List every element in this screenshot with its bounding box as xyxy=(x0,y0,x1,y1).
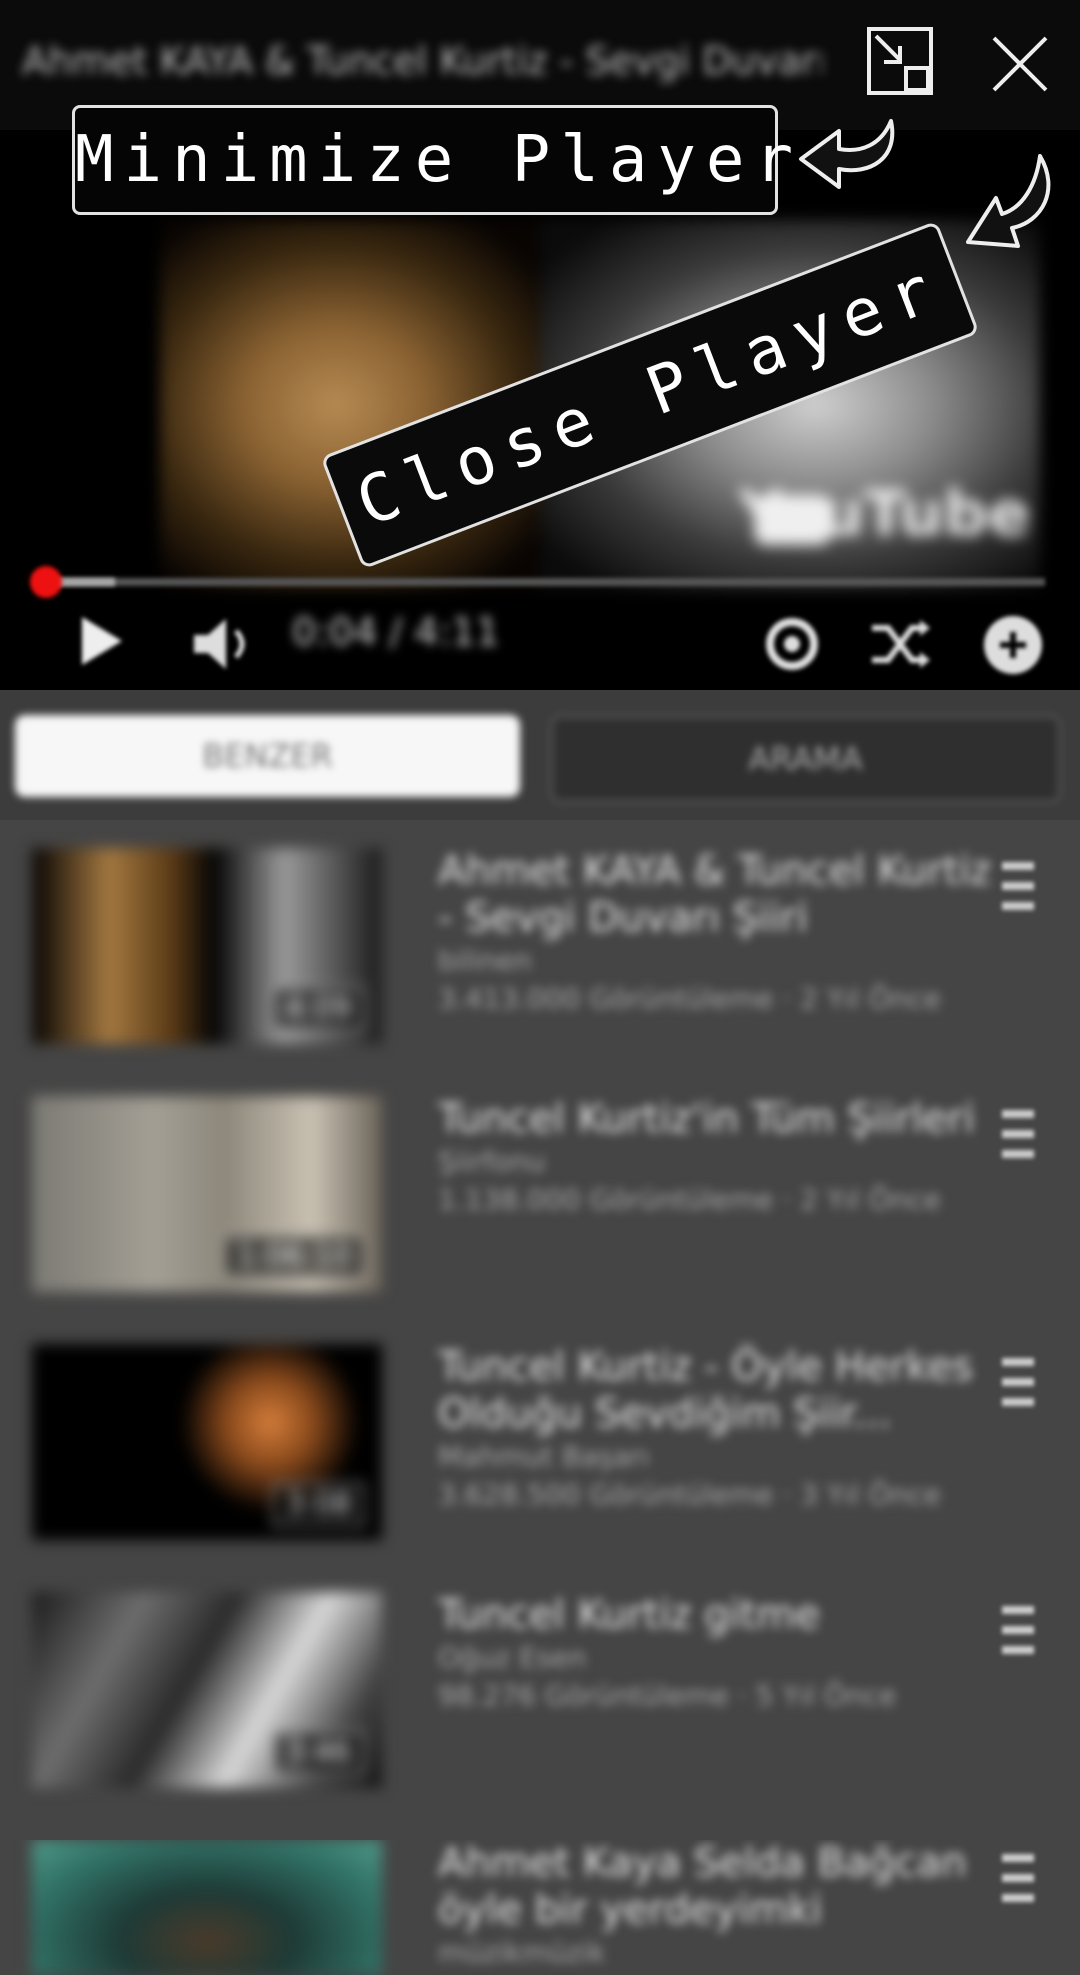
video-title: Ahmet KAYA & Tuncel Kurtiz - Sevgi Duvar… xyxy=(22,39,822,83)
video-info: Tuncel Kurtiz'in Tüm Şiirleri Şiirfonu 1… xyxy=(438,1096,998,1219)
duration-badge: 3:08 xyxy=(272,1483,364,1526)
channel-name: bilinen xyxy=(438,944,532,977)
video-title[interactable]: Ahmet KAYA & Tuncel Kurtiz - Sevgi Duvar… xyxy=(438,848,998,942)
list-item[interactable]: 3:08 Tuncel Kurtiz - Öyle Herkes Olduğu … xyxy=(0,1344,1080,1592)
progress-bar[interactable] xyxy=(45,578,1045,586)
video-title[interactable]: Tuncel Kurtiz - Öyle Herkes Olduğu Sevdi… xyxy=(438,1344,998,1438)
more-vertical-icon[interactable] xyxy=(998,858,1038,914)
duration-badge: 3:46 xyxy=(272,1731,364,1774)
settings-icon[interactable] xyxy=(762,614,822,674)
curved-arrow-icon xyxy=(966,154,1051,248)
channel-name: müzikmüzik xyxy=(438,1936,606,1969)
video-thumbnail[interactable] xyxy=(32,1840,382,1975)
tab-bar: BENZER ARAMA xyxy=(0,690,1080,820)
video-info: Tuncel Kurtiz - Öyle Herkes Olduğu Sevdi… xyxy=(438,1344,998,1514)
list-item[interactable]: 4:09 Ahmet KAYA & Tuncel Kurtiz - Sevgi … xyxy=(0,848,1080,1096)
play-icon[interactable] xyxy=(78,615,126,667)
video-thumbnail[interactable]: 3:46 xyxy=(32,1592,382,1788)
progress-scrubber[interactable] xyxy=(30,566,62,598)
duration-badge: 1:06:10 xyxy=(224,1235,364,1278)
video-thumbnail[interactable]: 1:06:10 xyxy=(32,1096,382,1292)
video-info: Ahmet Kaya Selda Bağcan öyle bir yerdeyi… xyxy=(438,1840,998,1972)
minimize-icon[interactable] xyxy=(866,26,934,96)
video-meta: 98.276 Görüntüleme · 5 Yıl Önce xyxy=(438,1679,897,1712)
minimize-player-hint: Minimize Player xyxy=(72,105,793,215)
volume-icon[interactable] xyxy=(190,617,260,671)
close-icon[interactable] xyxy=(990,34,1050,94)
list-item[interactable]: Ahmet Kaya Selda Bağcan öyle bir yerdeyi… xyxy=(0,1840,1080,1975)
more-vertical-icon[interactable] xyxy=(998,1106,1038,1162)
list-item[interactable]: 3:46 Tuncel Kurtiz gitme Oğuz Esen 98.27… xyxy=(0,1592,1080,1840)
youtube-watermark: YouTube xyxy=(738,477,1030,550)
time-display: 0:04 / 4:11 xyxy=(292,610,500,654)
video-thumbnail[interactable]: 4:09 xyxy=(32,848,382,1044)
more-options-icon[interactable] xyxy=(982,614,1044,676)
more-vertical-icon[interactable] xyxy=(998,1354,1038,1410)
tab-benzer[interactable]: BENZER xyxy=(15,715,520,797)
tab-arama[interactable]: ARAMA xyxy=(550,715,1061,803)
more-vertical-icon[interactable] xyxy=(998,1850,1038,1906)
channel-name: Oğuz Esen xyxy=(438,1641,587,1674)
curved-arrow-icon xyxy=(799,119,895,189)
video-info: Ahmet KAYA & Tuncel Kurtiz - Sevgi Duvar… xyxy=(438,848,998,1018)
video-title[interactable]: Ahmet Kaya Selda Bağcan öyle bir yerdeyi… xyxy=(438,1840,998,1934)
video-title[interactable]: Tuncel Kurtiz'in Tüm Şiirleri xyxy=(438,1096,998,1143)
duration-badge: 4:09 xyxy=(272,987,364,1030)
video-meta: 3.628.500 Görüntüleme · 3 Yıl Önce xyxy=(438,1478,941,1511)
list-item[interactable]: 1:06:10 Tuncel Kurtiz'in Tüm Şiirleri Şi… xyxy=(0,1096,1080,1344)
video-meta: 3.413.000 Görüntüleme · 2 Yıl Önce xyxy=(438,982,941,1015)
more-vertical-icon[interactable] xyxy=(998,1602,1038,1658)
video-info: Tuncel Kurtiz gitme Oğuz Esen 98.276 Gör… xyxy=(438,1592,998,1715)
shuffle-icon[interactable] xyxy=(868,618,932,670)
video-thumbnail[interactable]: 3:08 xyxy=(32,1344,382,1540)
video-title[interactable]: Tuncel Kurtiz gitme xyxy=(438,1592,998,1639)
channel-name: Mahmut Başarı xyxy=(438,1440,650,1473)
channel-name: Şiirfonu xyxy=(438,1145,546,1178)
video-meta: 1.138.000 Görüntüleme · 2 Yıl Önce xyxy=(438,1183,941,1216)
